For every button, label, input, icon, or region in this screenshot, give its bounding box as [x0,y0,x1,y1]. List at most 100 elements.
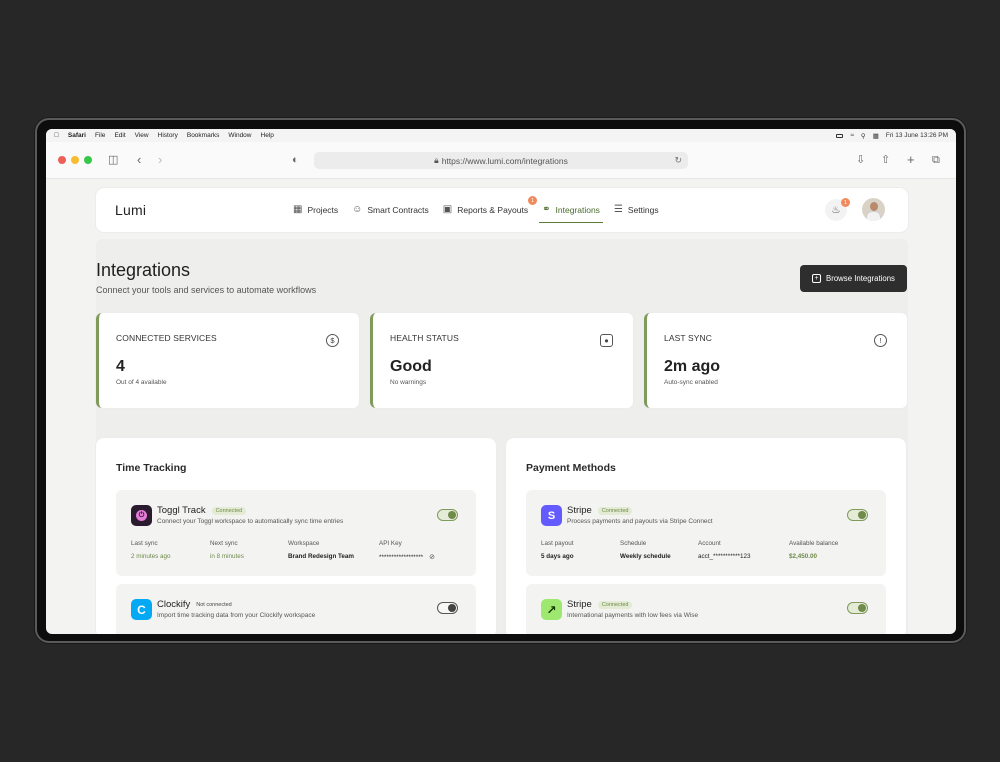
stripe-logo-icon: S [541,505,562,526]
meta-next-sync: Next sync in 8 minutes [210,540,244,560]
nav-item-label: Settings [627,205,659,215]
meta-key: Schedule [620,540,647,547]
menu-history[interactable]: History [158,132,178,139]
close-window-button[interactable] [58,156,66,164]
status-badge: Connected [597,506,633,515]
spotlight-icon[interactable]: ⚲ [861,132,866,140]
battery-icon[interactable] [836,133,844,138]
downloads-icon[interactable]: ⇩ [856,153,865,167]
menubar-clock[interactable]: Fri 13 June 13:26 PM [886,132,948,139]
integration-card-wise: ↗ Stripe Connected International payment… [526,584,886,634]
notifications-button[interactable]: ♨ 1 [825,198,850,221]
apple-icon[interactable]:  [54,132,59,139]
stat-label: LAST SYNC [664,333,712,343]
meta-value: in 8 minutes [210,553,244,560]
wise-logo-icon: ↗ [541,599,562,620]
integration-name: Stripe [567,599,592,610]
meta-workspace: Workspace Brand Redesign Team [288,540,354,560]
avatar[interactable] [862,198,885,221]
meta-last-payout: Last payout 5 days ago [541,540,574,560]
users-icon: ☺ [352,204,363,215]
nav-items: ▦ Projects ☺ Smart Contracts ▣ Reports &… [286,188,666,232]
zoom-window-button[interactable] [84,156,92,164]
integration-description: Process payments and payouts via Stripe … [567,518,713,525]
avatar-body [866,211,881,221]
new-tab-icon[interactable]: + [907,153,915,167]
meta-key: Last payout [541,540,574,547]
menu-window[interactable]: Window [228,132,251,139]
menu-file[interactable]: File [95,132,105,139]
integration-description: Import time tracking data from your Cloc… [157,612,316,619]
menu-bookmarks[interactable]: Bookmarks [187,132,220,139]
menu-app-name[interactable]: Safari [68,132,86,139]
meta-key: Next sync [210,540,238,547]
meta-value: ****************** [379,553,424,561]
nav-item-smart-contracts[interactable]: ☺ Smart Contracts [345,188,436,232]
nav-item-settings[interactable]: ☰ Settings [607,188,666,232]
integration-toggle[interactable] [437,602,458,614]
tab-overview-icon[interactable]: ⧉ [932,153,940,167]
panel-title: Payment Methods [526,462,616,474]
logo[interactable]: Lumi [115,202,146,218]
wifi-icon[interactable]: ≈ [850,132,854,139]
stat-value: 4 [116,358,125,375]
integration-name: Stripe [567,505,592,516]
integration-card-toggl: ⏻ Toggl Track Connected Connect your Tog… [116,490,476,576]
screen:  Safari File Edit View History Bookmark… [46,129,956,634]
integration-card-clockify: C Clockify Not connected Import time tra… [116,584,476,634]
link-icon: ⚭ [542,204,551,215]
sliders-icon: ☰ [613,204,623,215]
privacy-shield-icon[interactable]: ◐ [292,153,299,167]
back-icon[interactable]: ‹ [137,153,141,167]
stat-label: CONNECTED SERVICES [116,333,217,343]
meta-value: $2,450.00 [789,553,818,560]
menu-view[interactable]: View [135,132,149,139]
stat-label: HEALTH STATUS [390,333,459,343]
browse-integrations-button[interactable]: + Browse Integrations [800,265,907,292]
toggl-logo-icon: ⏻ [131,505,152,526]
menu-help[interactable]: Help [261,132,274,139]
meta-key: Account [698,540,721,547]
lock-icon: 🔒︎ [434,155,439,165]
sidebar-toggle-icon[interactable]: ◫ [108,153,118,167]
meta-value: Weekly schedule [620,553,671,560]
plus-icon: + [812,274,822,283]
bell-icon: ♨ [831,204,841,216]
status-badge: Not connected [196,601,232,608]
nav-item-label: Reports & Payouts [457,205,529,215]
integration-toggle[interactable] [437,509,458,521]
nav-item-projects[interactable]: ▦ Projects [286,188,345,232]
eye-off-icon[interactable]: ⊘ [429,553,435,561]
time-tracking-panel: Time Tracking ⏻ Toggl Track Connected Co… [96,438,496,634]
alert-icon: ! [874,334,887,347]
minimize-window-button[interactable] [71,156,79,164]
menu-edit[interactable]: Edit [114,132,125,139]
status-badge: Connected [597,600,633,609]
dollar-icon: $ [326,334,339,347]
meta-account: Account acct_***********123 [698,540,751,560]
meta-value: 2 minutes ago [131,553,171,560]
nav-item-label: Projects [307,205,339,215]
integration-name: Toggl Track [157,505,206,516]
stat-sub: Out of 4 available [116,379,167,386]
share-icon[interactable]: ⇧ [881,153,890,167]
integration-toggle[interactable] [847,602,868,614]
control-center-icon[interactable]: ▦ [873,132,879,140]
nav-item-integrations[interactable]: ⚭ Integrations [535,188,607,232]
page-title: Integrations [96,260,191,280]
nav-item-label: Smart Contracts [367,205,429,215]
wallet-icon: ● [600,334,613,347]
stat-sub: Auto-sync enabled [664,379,718,386]
reload-icon[interactable]: ↻ [674,155,682,166]
payment-methods-panel: Payment Methods S Stripe Connected Proce… [506,438,906,634]
stat-card-health-status: HEALTH STATUS Good No warnings ● [370,313,633,408]
forward-icon[interactable]: › [158,153,162,167]
nav-item-reports-payouts[interactable]: ▣ Reports & Payouts 1 [436,188,538,232]
clockify-logo-icon: C [131,599,152,620]
address-bar[interactable]: 🔒︎ https://www.lumi.com/integrations ↻ [314,152,688,169]
integration-description: Connect your Toggl workspace to automati… [157,518,344,525]
meta-value: acct_***********123 [698,553,751,560]
meta-key: Last sync [131,540,158,547]
integration-toggle[interactable] [847,509,868,521]
status-badge: Connected [211,506,247,515]
